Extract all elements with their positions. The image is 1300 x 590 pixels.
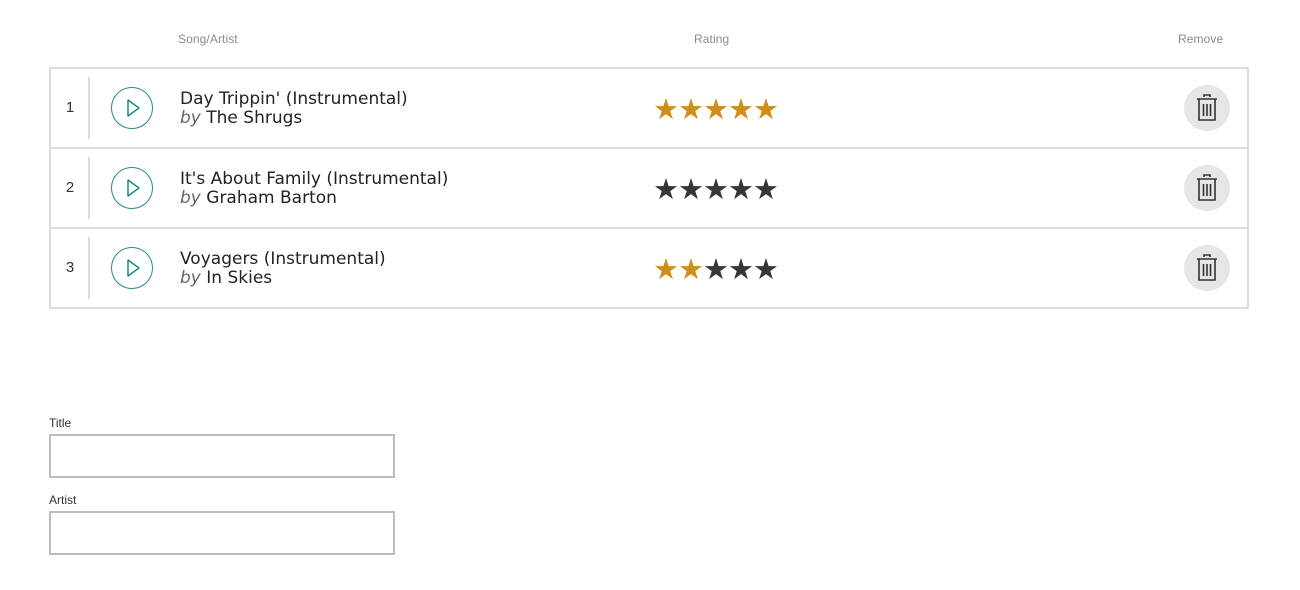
- song-title: Voyagers (Instrumental): [180, 249, 386, 269]
- playlist-page: Song/Artist Rating Remove 1 Day Trippin' …: [0, 0, 1300, 590]
- star-rating: ★ ★ ★ ★ ★: [653, 175, 779, 204]
- song-title: It's About Family (Instrumental): [180, 169, 449, 189]
- song-artist: Graham Barton: [206, 188, 337, 208]
- artist-line: by Graham Barton: [180, 189, 448, 208]
- star-icon[interactable]: ★: [653, 255, 679, 284]
- by-label: by: [180, 188, 201, 208]
- song-row: 3 Voyagers (Instrumental) by In Skies ★ ★ ★ ★ ★: [51, 229, 1247, 307]
- row-divider: [88, 77, 90, 139]
- song-title: Day Trippin' (Instrumental): [180, 89, 408, 109]
- song-row: 2 It's About Family (Instrumental) by Grah…: [51, 149, 1247, 229]
- remove-button[interactable]: [1184, 245, 1230, 291]
- star-icon[interactable]: ★: [653, 95, 679, 124]
- trash-icon: [1197, 94, 1217, 121]
- remove-header: Remove: [1178, 32, 1224, 46]
- by-label: by: [180, 108, 201, 128]
- star-icon[interactable]: ★: [678, 255, 704, 284]
- rating-header: Rating: [694, 32, 730, 46]
- star-icon[interactable]: ★: [678, 175, 704, 204]
- song-table: 1 Day Trippin' (Instrumental) by The Shrug…: [49, 67, 1249, 309]
- song-info: It's About Family (Instrumental) by Graha…: [180, 170, 448, 208]
- row-number: 2: [65, 179, 75, 196]
- play-icon: [127, 259, 140, 277]
- song-row: 1 Day Trippin' (Instrumental) by The Shrug…: [51, 69, 1247, 149]
- star-icon[interactable]: ★: [753, 255, 779, 284]
- star-icon[interactable]: ★: [678, 95, 704, 124]
- remove-button[interactable]: [1184, 165, 1230, 211]
- star-icon[interactable]: ★: [653, 175, 679, 204]
- song-artist-header: Song/Artist: [178, 32, 238, 46]
- title-label: Title: [49, 416, 72, 430]
- row-divider: [88, 237, 90, 299]
- play-button[interactable]: [111, 247, 153, 289]
- star-rating: ★ ★ ★ ★ ★: [653, 95, 779, 124]
- star-icon[interactable]: ★: [728, 95, 754, 124]
- remove-button[interactable]: [1184, 85, 1230, 131]
- row-number: 3: [65, 259, 75, 276]
- play-icon: [127, 99, 140, 117]
- star-rating: ★ ★ ★ ★ ★: [653, 255, 779, 284]
- trash-icon: [1197, 254, 1217, 281]
- by-label: by: [180, 268, 201, 288]
- play-button[interactable]: [111, 87, 153, 129]
- artist-input[interactable]: [49, 511, 395, 555]
- song-artist: In Skies: [206, 268, 273, 288]
- star-icon[interactable]: ★: [728, 175, 754, 204]
- star-icon[interactable]: ★: [703, 175, 729, 204]
- star-icon[interactable]: ★: [703, 255, 729, 284]
- star-icon[interactable]: ★: [703, 95, 729, 124]
- play-button[interactable]: [111, 167, 153, 209]
- row-number: 1: [65, 99, 75, 116]
- song-info: Day Trippin' (Instrumental) by The Shrugs: [180, 90, 408, 128]
- title-input[interactable]: [49, 434, 395, 478]
- star-icon[interactable]: ★: [728, 255, 754, 284]
- artist-line: by The Shrugs: [180, 109, 408, 128]
- trash-icon: [1197, 174, 1217, 201]
- artist-line: by In Skies: [180, 269, 386, 288]
- song-info: Voyagers (Instrumental) by In Skies: [180, 250, 386, 288]
- star-icon[interactable]: ★: [753, 95, 779, 124]
- song-artist: The Shrugs: [206, 108, 303, 128]
- artist-label: Artist: [49, 493, 77, 507]
- play-icon: [127, 179, 140, 197]
- star-icon[interactable]: ★: [753, 175, 779, 204]
- row-divider: [88, 157, 90, 219]
